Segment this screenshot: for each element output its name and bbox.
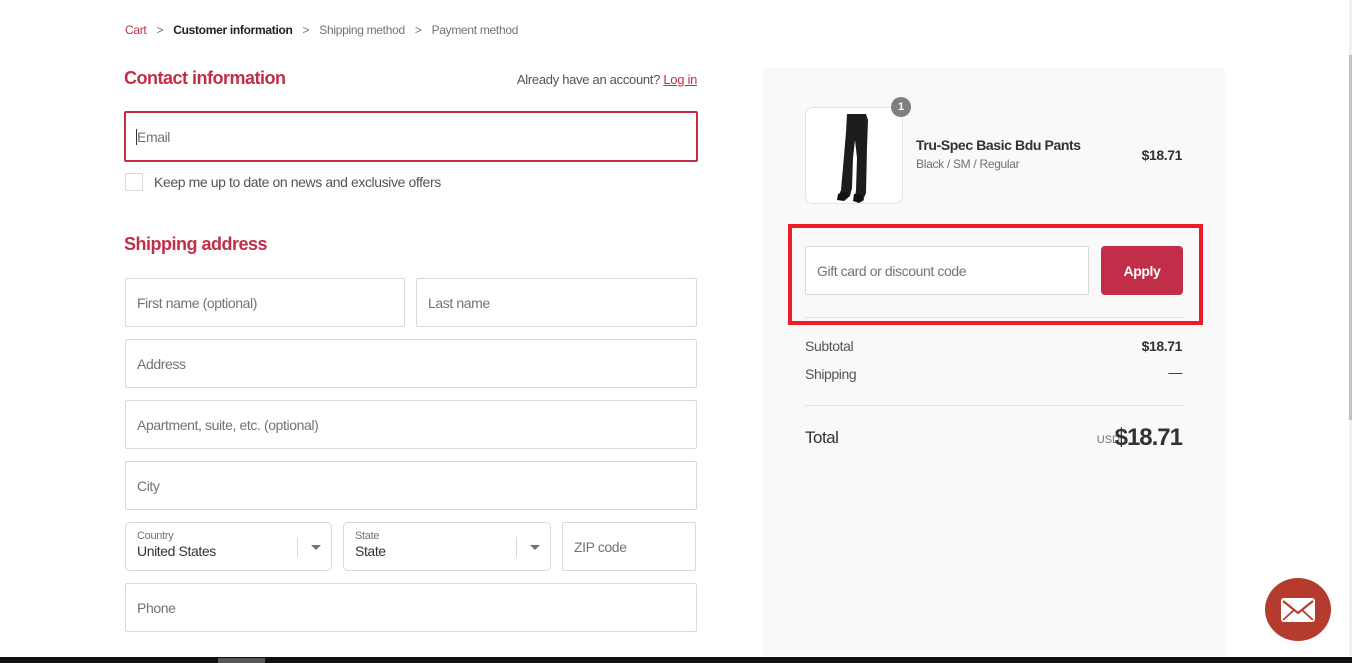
first-name-field[interactable]: First name (optional) xyxy=(125,278,405,327)
last-name-field[interactable]: Last name xyxy=(416,278,697,327)
country-label: Country xyxy=(137,530,174,542)
newsletter-checkbox[interactable] xyxy=(125,173,143,191)
city-placeholder: City xyxy=(137,477,160,494)
zip-code-placeholder: ZIP code xyxy=(574,538,627,555)
email-placeholder: Email xyxy=(137,128,171,145)
envelope-icon xyxy=(1281,597,1315,622)
select-divider xyxy=(297,537,298,557)
chevron-right-icon: > xyxy=(302,23,310,37)
divider xyxy=(805,317,1183,318)
apartment-placeholder: Apartment, suite, etc. (optional) xyxy=(137,416,319,433)
quantity-badge: 1 xyxy=(891,97,911,117)
state-label: State xyxy=(355,530,380,542)
product-name: Tru-Spec Basic Bdu Pants xyxy=(916,137,1081,153)
newsletter-option[interactable]: Keep me up to date on news and exclusive… xyxy=(125,173,441,191)
chevron-down-icon xyxy=(530,545,540,550)
newsletter-label: Keep me up to date on news and exclusive… xyxy=(154,174,441,190)
breadcrumb-customer-information: Customer information xyxy=(173,23,293,37)
chevron-right-icon: > xyxy=(156,23,164,37)
first-name-placeholder: First name (optional) xyxy=(137,294,257,311)
address-field[interactable]: Address xyxy=(125,339,697,388)
subtotal-label: Subtotal xyxy=(805,338,854,354)
apartment-field[interactable]: Apartment, suite, etc. (optional) xyxy=(125,400,697,449)
address-placeholder: Address xyxy=(137,355,186,372)
select-divider xyxy=(516,537,517,557)
discount-code-placeholder: Gift card or discount code xyxy=(817,262,967,279)
contact-information-heading: Contact information xyxy=(124,68,286,88)
breadcrumb-cart[interactable]: Cart xyxy=(125,23,147,37)
state-value: State xyxy=(355,543,386,559)
phone-field[interactable]: Phone xyxy=(125,583,697,632)
chat-widget-button[interactable] xyxy=(1265,578,1331,641)
product-price: $18.71 xyxy=(1141,147,1183,163)
total-value: $18.71 xyxy=(1114,424,1183,451)
login-link[interactable]: Log in xyxy=(663,72,697,87)
country-value: United States xyxy=(137,543,216,559)
account-login-prompt: Already have an account? Log in xyxy=(517,72,697,87)
breadcrumb-payment-method: Payment method xyxy=(431,23,519,37)
account-prompt-text: Already have an account? xyxy=(516,72,661,87)
country-select[interactable]: Country United States xyxy=(125,522,332,571)
total-label: Total xyxy=(805,428,839,447)
city-field[interactable]: City xyxy=(125,461,697,510)
shipping-address-heading: Shipping address xyxy=(124,234,268,254)
phone-placeholder: Phone xyxy=(137,599,176,616)
divider xyxy=(805,405,1183,406)
pants-image-icon xyxy=(837,114,868,203)
state-select[interactable]: State State xyxy=(343,522,551,571)
shipping-value: — xyxy=(1168,364,1182,380)
last-name-placeholder: Last name xyxy=(428,294,490,311)
chevron-right-icon: > xyxy=(414,23,422,37)
zip-code-field[interactable]: ZIP code xyxy=(562,522,696,571)
checkout-page: Cart > Customer information > Shipping m… xyxy=(0,0,1352,656)
taskbar-item[interactable] xyxy=(218,658,265,663)
discount-code-field[interactable]: Gift card or discount code xyxy=(805,246,1089,295)
breadcrumb-shipping-method: Shipping method xyxy=(319,23,405,37)
product-thumbnail xyxy=(805,107,903,204)
email-field[interactable]: Email xyxy=(124,111,698,162)
breadcrumb: Cart > Customer information > Shipping m… xyxy=(125,23,518,37)
shipping-label: Shipping xyxy=(805,366,857,382)
product-variant: Black / SM / Regular xyxy=(916,157,1020,171)
apply-discount-button[interactable]: Apply xyxy=(1101,246,1183,295)
chevron-down-icon xyxy=(311,545,321,550)
subtotal-value: $18.71 xyxy=(1141,338,1183,354)
taskbar xyxy=(0,656,1352,663)
